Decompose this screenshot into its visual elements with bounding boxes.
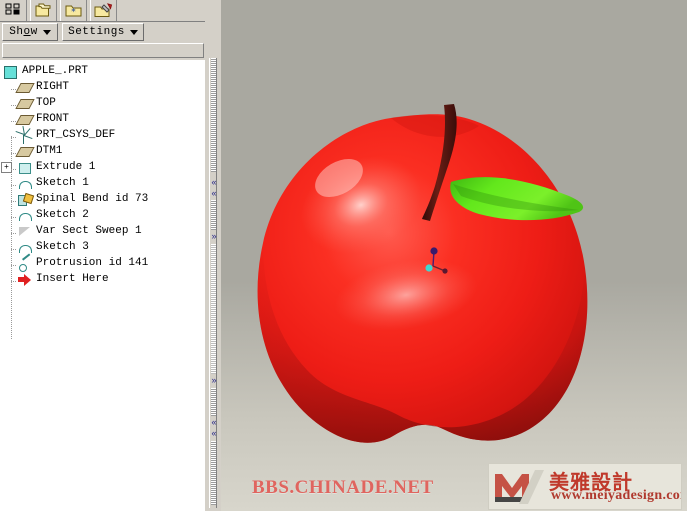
csys-axis-x-handle[interactable]	[442, 268, 448, 274]
spinal-bend-icon	[11, 193, 32, 206]
settings-menu-label: Settings	[68, 26, 125, 38]
tree-item[interactable]: Sketch 2	[0, 207, 205, 223]
protrusion-icon	[11, 257, 32, 272]
tree-item-label: Extrude 1	[36, 161, 96, 173]
splitter-collapse-left-icon-3[interactable]: «	[210, 418, 218, 427]
folder-tools-icon[interactable]	[90, 0, 117, 21]
tree-item-label: Sketch 3	[36, 241, 89, 253]
tree-item[interactable]: RIGHT	[0, 79, 205, 95]
splitter-grip-bottom[interactable]	[211, 441, 216, 505]
tree-item-label: Sketch 1	[36, 177, 89, 189]
tree-item-label: Protrusion id 141	[36, 257, 149, 269]
tree-item-label: APPLE_.PRT	[22, 65, 89, 77]
tree-item[interactable]: + Extrude 1	[0, 159, 205, 175]
folder-new-icon[interactable]: *	[60, 0, 87, 21]
logo-url-text: www.meiyadesign.com	[551, 488, 682, 503]
tree-connector	[11, 280, 17, 282]
tree-connector	[11, 264, 17, 266]
tree-item[interactable]: Var Sect Sweep 1	[0, 223, 205, 239]
chevron-down-icon	[129, 29, 138, 35]
site-logo: 美雅設計 www.meiyadesign.com	[488, 463, 682, 510]
part-icon	[4, 65, 18, 79]
tree-item-label: PRT_CSYS_DEF	[36, 129, 116, 141]
tree-connector	[11, 152, 17, 154]
watermark-text: BBS.CHINADE.NET	[252, 477, 434, 498]
splitter-grip-mid3[interactable]	[211, 388, 216, 416]
tree-item[interactable]: Insert Here	[0, 271, 205, 287]
coordinate-system-icon	[11, 125, 33, 144]
splitter-expand-right-icon-2[interactable]: »	[210, 376, 218, 385]
splitter-collapse-left-icon-4[interactable]: «	[210, 429, 218, 438]
panel-menubar: Show Settings	[0, 22, 208, 42]
splitter-grip-mid1[interactable]	[211, 200, 216, 230]
svg-text:*: *	[71, 7, 76, 17]
tree-item-label: TOP	[36, 97, 56, 109]
tree-item-label: Var Sect Sweep 1	[36, 225, 142, 237]
splitter-bar[interactable]: « « » » « «	[209, 58, 217, 508]
tree-item[interactable]: FRONT	[0, 111, 205, 127]
tree-item[interactable]: APPLE_.PRT	[0, 63, 205, 79]
tree-connector	[11, 88, 17, 90]
tree-connector	[11, 232, 17, 234]
sketch-icon	[11, 177, 32, 190]
extrude-icon	[11, 161, 32, 174]
tree-item[interactable]: DTM1	[0, 143, 205, 159]
chevron-down-icon	[42, 29, 51, 35]
tree-item-label: DTM1	[36, 145, 63, 157]
tree-connector	[11, 104, 17, 106]
tree-item-label: Spinal Bend id 73	[36, 193, 149, 205]
panel-splitter[interactable]: « « » » « «	[205, 0, 221, 511]
tree-item[interactable]: Spinal Bend id 73	[0, 191, 205, 207]
folder-copy-icon[interactable]	[30, 0, 57, 21]
splitter-expand-right-icon[interactable]: »	[210, 232, 218, 241]
toolbar: *	[0, 0, 208, 22]
tree-connector	[11, 216, 17, 218]
3d-viewport[interactable]: BBS.CHINADE.NET 美雅設計 www.meiyadesign.com	[221, 0, 687, 511]
datum-plane-icon	[11, 145, 35, 158]
splitter-grip-top[interactable]	[211, 58, 216, 172]
tree-connector	[11, 184, 17, 186]
datum-plane-icon	[11, 97, 35, 110]
tree-item-label: Sketch 2	[36, 209, 89, 221]
splitter-collapse-left-icon[interactable]: «	[210, 178, 218, 187]
tree-item[interactable]: Sketch 1	[0, 175, 205, 191]
csys-axis-z-handle[interactable]	[430, 247, 438, 255]
application-window: * Show Settings APPLE_.PRT RIGHT TOP FRO…	[0, 0, 687, 511]
tree-item-label: FRONT	[36, 113, 70, 125]
settings-menu-button[interactable]: Settings	[62, 23, 144, 41]
datum-plane-icon	[11, 113, 35, 126]
tree-item[interactable]: TOP	[0, 95, 205, 111]
tree-column-header	[2, 43, 204, 58]
tree-item-label: Insert Here	[36, 273, 109, 285]
csys-origin[interactable]	[425, 264, 433, 272]
datum-plane-icon	[11, 81, 35, 94]
splitter-collapse-left-icon-2[interactable]: «	[210, 189, 218, 198]
tree-expander-icon[interactable]: +	[1, 162, 12, 173]
tree-item-label: RIGHT	[36, 81, 70, 93]
tree-connector	[11, 120, 17, 122]
tree-connector	[11, 200, 17, 202]
insert-here-arrow-icon	[11, 273, 32, 286]
variable-section-sweep-icon	[11, 225, 32, 238]
tree-connector	[11, 248, 17, 250]
splitter-grip-mid2[interactable]	[211, 244, 216, 374]
model-tree[interactable]: APPLE_.PRT RIGHT TOP FRONT PRT_CSYS_DEF DTM1 +…	[0, 60, 205, 511]
show-menu-label: Show	[9, 26, 38, 38]
model-tree-panel: * Show Settings APPLE_.PRT RIGHT TOP FRO…	[0, 0, 208, 511]
sketch-icon	[11, 209, 32, 222]
coordinate-system-marker[interactable]	[417, 245, 457, 285]
sketch-icon	[11, 241, 32, 254]
tree-connector	[11, 136, 17, 138]
tree-item[interactable]: PRT_CSYS_DEF	[0, 125, 205, 144]
select-items-icon[interactable]	[0, 0, 27, 21]
tree-connector	[11, 168, 17, 170]
tree-item[interactable]: Protrusion id 141	[0, 255, 205, 272]
show-menu-button[interactable]: Show	[2, 23, 58, 41]
tree-item[interactable]: Sketch 3	[0, 239, 205, 255]
